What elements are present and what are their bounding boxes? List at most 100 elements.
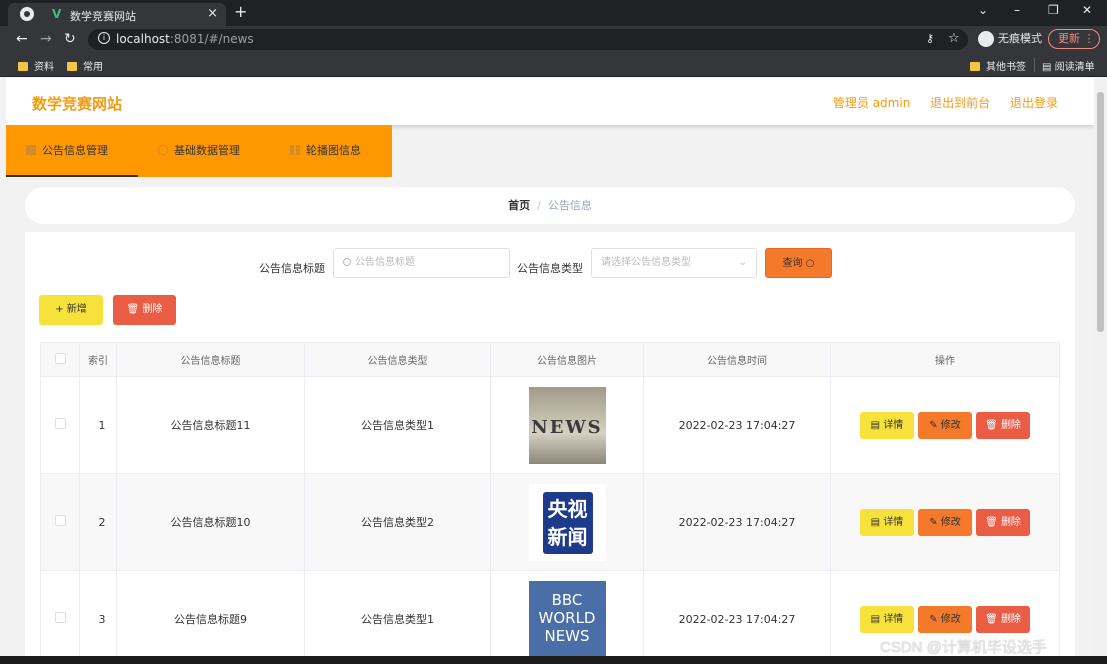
row-actions: ▤ 详情 ✎ 修改 🗑 删除 (830, 473, 1060, 571)
bookmark-folder[interactable]: 资料 (18, 58, 54, 73)
minimize-icon[interactable]: – (1014, 3, 1020, 17)
folder-icon (18, 62, 28, 71)
edit-button[interactable]: ✎ 修改 (918, 605, 972, 633)
breadcrumb: 首页 / 公告信息 (25, 187, 1075, 224)
tab-search-icon[interactable]: ⌄ (978, 3, 988, 17)
grid-icon (290, 145, 300, 155)
detail-button[interactable]: ▤ 详情 (860, 605, 914, 633)
select-all-checkbox[interactable] (54, 352, 66, 364)
divider (1034, 58, 1035, 72)
row-title: 公告信息标题10 (116, 473, 305, 571)
edit-button[interactable]: ✎ 修改 (918, 508, 972, 536)
row-checkbox[interactable] (54, 612, 66, 623)
row-image-cell: 央视 新闻 (490, 473, 644, 571)
reading-list[interactable]: ▤ 阅读清单 (1042, 58, 1095, 73)
folder-icon (67, 62, 77, 71)
back-to-front-link[interactable]: 退出到前台 (930, 96, 990, 110)
breadcrumb-home[interactable]: 首页 (508, 199, 530, 212)
query-button[interactable]: 查询 ○ (765, 248, 832, 278)
column-header: 公告信息图片 (490, 342, 644, 377)
delete-button[interactable]: 🗑 删除 (976, 605, 1030, 633)
column-header: 索引 (79, 342, 117, 377)
breadcrumb-separator: / (537, 199, 541, 212)
detail-button[interactable]: ▤ 详情 (860, 411, 914, 439)
menu-item-notices[interactable]: 公告信息管理 (6, 125, 138, 177)
reload-icon[interactable]: ↻ (64, 31, 76, 47)
chevron-down-icon: ⌄ (738, 257, 747, 268)
chrome-icon (20, 7, 34, 21)
header-links: 管理员 admin 退出到前台 退出登录 (817, 94, 1058, 111)
url-bar[interactable]: i localhost:8081/#/news ⚷ ☆ (88, 29, 968, 50)
search-icon (343, 258, 351, 266)
trash-icon: 🗑 (126, 304, 140, 315)
site-info-icon[interactable]: i (98, 32, 110, 44)
key-icon[interactable]: ⚷ (926, 32, 934, 45)
row-select-cell (40, 570, 80, 656)
notice-table: 索引 公告信息标题 公告信息类型 公告信息图片 公告信息时间 操作 1 公告信息… (40, 342, 1060, 656)
logout-link[interactable]: 退出登录 (1010, 96, 1058, 110)
row-index: 1 (79, 376, 117, 474)
vue-icon: V (52, 7, 62, 21)
breadcrumb-current: 公告信息 (547, 199, 592, 212)
taskbar (0, 656, 1107, 664)
page-scrollbar[interactable] (1094, 78, 1107, 656)
cctv-news-image[interactable]: 央视 新闻 (528, 483, 606, 561)
type-select[interactable]: 请选择公告信息类型 ⌄ (591, 248, 757, 278)
edit-button[interactable]: ✎ 修改 (918, 411, 972, 439)
restore-icon[interactable]: ❐ (1048, 3, 1059, 17)
row-type: 公告信息类型1 (304, 570, 491, 656)
column-header: 公告信息时间 (643, 342, 831, 377)
row-checkbox[interactable] (54, 418, 66, 429)
tab-close-icon[interactable]: × (207, 6, 218, 21)
bookmark-folder[interactable]: 常用 (67, 58, 103, 73)
url-text: localhost:8081/#/news (116, 32, 254, 46)
add-button[interactable]: + 新增 (39, 295, 103, 325)
table-row: 1 公告信息标题11 公告信息类型1 NEWS 2022-02-23 17:04… (40, 376, 1060, 474)
site-title: 数学竞赛网站 (32, 95, 123, 113)
row-index: 3 (79, 570, 117, 656)
watermark: CSDN @计算机毕设选手 (880, 639, 1047, 656)
scrollbar-thumb[interactable] (1097, 92, 1104, 332)
bookmarks-bar: 资料 常用 其他书签 ▤ 阅读清单 (0, 53, 1107, 77)
home-icon (26, 145, 36, 155)
incognito-icon (978, 31, 994, 47)
select-all-header (40, 342, 80, 377)
window-close-icon[interactable]: ✕ (1082, 3, 1092, 17)
browser-tab[interactable]: V 数学竞赛网站 × (8, 3, 226, 26)
row-title: 公告信息标题9 (116, 570, 305, 656)
circle-icon (158, 145, 168, 155)
delete-button[interactable]: 🗑 删除 (976, 508, 1030, 536)
top-navbar: 数学竞赛网站 管理员 admin 退出到前台 退出登录 (6, 78, 1094, 125)
new-tab-button[interactable]: + (234, 2, 247, 21)
delete-button[interactable]: 🗑 删除 (976, 411, 1030, 439)
row-checkbox[interactable] (54, 515, 66, 526)
row-type: 公告信息类型1 (304, 376, 491, 474)
type-search-label: 公告信息类型 (517, 262, 583, 275)
bookmark-star-icon[interactable]: ☆ (948, 31, 960, 46)
menu-item-carousel[interactable]: 轮播图信息 (290, 125, 361, 177)
page: 数学竞赛网站 管理员 admin 退出到前台 退出登录 公告信息管理 基础数据管… (6, 78, 1094, 656)
row-image-cell: NEWS (490, 376, 644, 474)
row-time: 2022-02-23 17:04:27 (643, 473, 831, 571)
column-header: 公告信息类型 (304, 342, 491, 377)
tab-title: 数学竞赛网站 (70, 10, 136, 23)
incognito-indicator[interactable]: 无痕模式 (978, 30, 1042, 47)
menu-item-basic-data[interactable]: 基础数据管理 (158, 125, 240, 177)
forward-icon[interactable]: → (40, 31, 52, 47)
column-header: 公告信息标题 (116, 342, 305, 377)
update-button[interactable]: 更新 ⋮ (1048, 29, 1100, 49)
bbc-news-image[interactable]: BBC WORLD NEWS (528, 580, 606, 656)
batch-delete-button[interactable]: 🗑 删除 (113, 295, 176, 325)
column-header: 操作 (830, 342, 1060, 377)
row-select-cell (40, 376, 80, 474)
row-type: 公告信息类型2 (304, 473, 491, 571)
detail-button[interactable]: ▤ 详情 (860, 508, 914, 536)
news-image[interactable]: NEWS (528, 386, 606, 464)
row-time: 2022-02-23 17:04:27 (643, 376, 831, 474)
title-search-input[interactable]: 公告信息标题 (333, 248, 510, 278)
row-select-cell (40, 473, 80, 571)
back-icon[interactable]: ← (16, 31, 28, 47)
side-menu: 公告信息管理 基础数据管理 轮播图信息 (6, 125, 392, 177)
other-bookmarks[interactable]: 其他书签 (970, 58, 1026, 73)
row-index: 2 (79, 473, 117, 571)
